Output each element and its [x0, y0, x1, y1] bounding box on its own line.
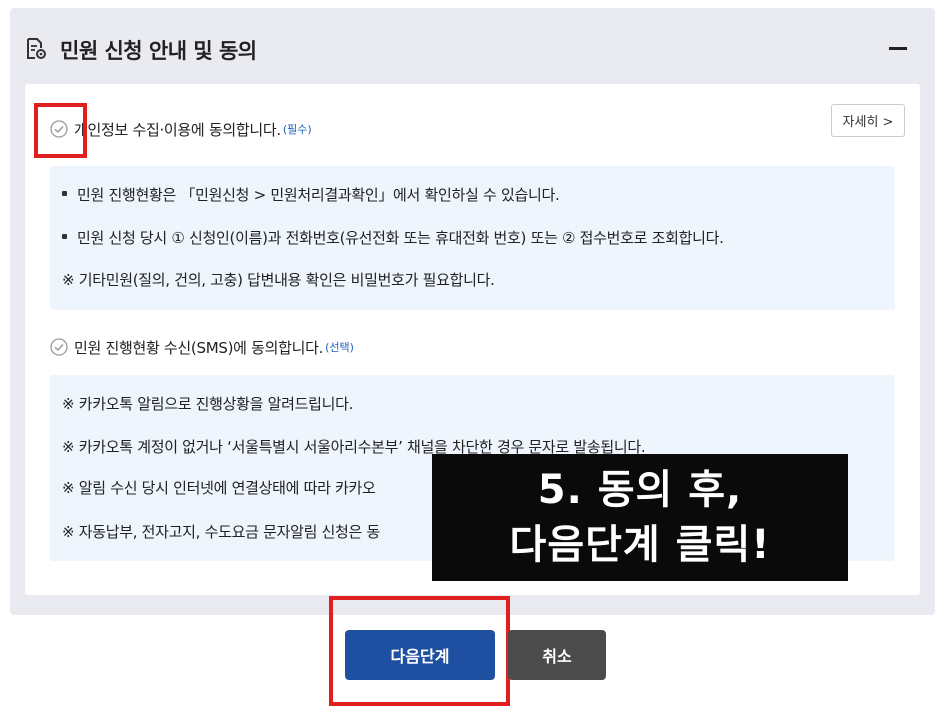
overlay-line-1: 5. 동의 후, [537, 467, 743, 513]
cancel-button[interactable]: 취소 [508, 630, 606, 680]
document-gear-icon [27, 38, 46, 59]
info-line: ※ 카카오톡 알림으로 진행상황을 알려드립니다. [62, 395, 354, 413]
instruction-overlay: 5. 동의 후, 다음단계 클릭! [432, 454, 848, 581]
privacy-info-box: 민원 진행현황은 「민원신청 > 민원처리결과확인」에서 확인하실 수 있습니다… [50, 166, 895, 310]
optional-tag: (선택) [325, 341, 354, 354]
consent-label-privacy: 개인정보 수집·이용에 동의합니다. [74, 120, 281, 139]
consent-row-privacy: 개인정보 수집·이용에 동의합니다. (필수) [50, 117, 312, 141]
consent-row-sms: 민원 진행현황 수신(SMS)에 동의합니다. (선택) [50, 335, 354, 359]
bullet-icon [62, 191, 67, 196]
check-circle-icon[interactable] [50, 338, 68, 356]
required-tag: (필수) [282, 123, 312, 136]
overlay-line-2: 다음단계 클릭! [509, 522, 771, 568]
info-line: ※ 자동납부, 전자고지, 수도요금 문자알림 신청은 동 [62, 523, 381, 541]
next-step-button[interactable]: 다음단계 [345, 630, 495, 680]
highlight-box-checkbox [34, 103, 87, 158]
info-line: ※ 기타민원(질의, 건의, 고충) 답변내용 확인은 비밀번호가 필요합니다. [62, 271, 495, 289]
detail-button[interactable]: 자세히 > [831, 104, 905, 137]
consent-label-sms: 민원 진행현황 수신(SMS)에 동의합니다. [74, 338, 324, 357]
minus-icon[interactable] [889, 47, 907, 50]
panel-header: 민원 신청 안내 및 동의 [10, 8, 935, 84]
bullet-icon [62, 234, 67, 239]
section-title: 민원 신청 안내 및 동의 [60, 39, 257, 63]
info-line: 민원 신청 당시 ① 신청인(이름)과 전화번호(유선전화 또는 휴대전화 번호… [62, 227, 724, 248]
info-line: 민원 진행현황은 「민원신청 > 민원처리결과확인」에서 확인하실 수 있습니다… [62, 184, 560, 205]
info-line: ※ 알림 수신 당시 인터넷에 연결상태에 따라 카카오 [62, 479, 376, 497]
